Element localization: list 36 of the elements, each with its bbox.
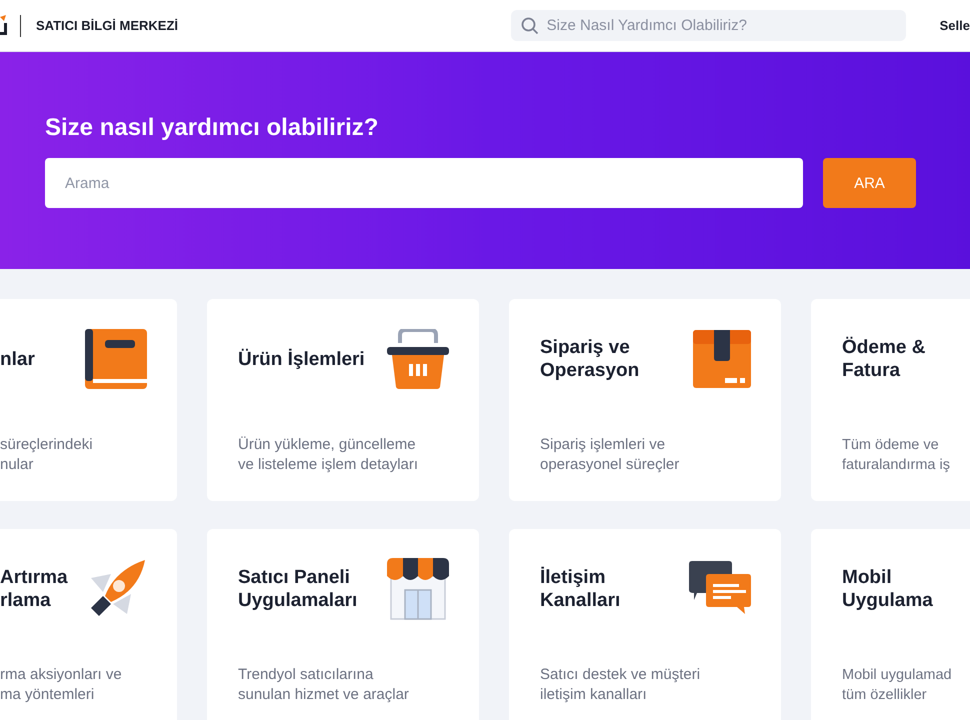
card-title: Artırma rlama xyxy=(0,566,68,612)
hero-heading: Size nasıl yardımcı olabiliriz? xyxy=(45,113,380,143)
card-title: Satıcı Paneli Uygulamaları xyxy=(238,566,358,612)
category-card[interactable]: İletişim Kanalları Satıcı destek ve müşteri iletişim kanalları xyxy=(509,529,781,720)
category-card[interactable]: Satıcı Paneli Uygulamaları Trendyol satıcılarına sunulan hizmet ve araçlar xyxy=(207,529,479,720)
card-description: Satıcı destek ve müşteri iletişim kanalları xyxy=(540,665,702,705)
rocket-icon xyxy=(89,560,147,618)
category-card[interactable]: Ödeme & Fatura Tüm ödeme ve faturalandırma iş xyxy=(811,299,970,501)
card-description: Tüm ödeme ve faturalandırma iş xyxy=(842,436,951,475)
category-card[interactable]: Ürün İşlemleri Ürün yükleme, güncelleme ve listeleme işlem detayları xyxy=(207,299,479,501)
book-icon xyxy=(85,329,147,389)
card-title: nlar xyxy=(0,348,35,370)
category-card[interactable]: nlar süreçlerindeki nular xyxy=(0,299,177,501)
card-description: rma aksiyonları ve ma yöntemleri xyxy=(0,665,123,705)
card-title: Ürün İşlemleri xyxy=(238,348,365,370)
card-description: Trendyol satıcılarına sunulan hizmet ve araçlar xyxy=(238,665,410,705)
category-card[interactable]: Mobil Uygulama Mobil uygulamad tüm özellikler xyxy=(811,529,970,720)
nav-link[interactable]: Selle xyxy=(940,18,970,33)
box-icon xyxy=(693,330,751,388)
card-title: Mobil Uygulama xyxy=(842,566,933,612)
shop-icon xyxy=(387,558,449,620)
basket-icon xyxy=(387,329,449,389)
site-title: SATICI BİLGİ MERKEZİ xyxy=(36,18,178,33)
card-title: Ödeme & Fatura xyxy=(842,336,926,382)
card-description: Ürün yükleme, güncelleme ve listeleme işlem detayları xyxy=(238,435,420,475)
card-description: Mobil uygulamad tüm özellikler xyxy=(842,666,953,705)
card-title: Sipariş ve Operasyon xyxy=(540,336,640,382)
category-card[interactable]: Sipariş ve Operasyon Sipariş işlemleri ve operasyonel süreçler xyxy=(509,299,781,501)
search-icon xyxy=(520,16,539,34)
category-card[interactable]: Artırma rlama rma aksiyonları ve ma yöntemleri xyxy=(0,529,177,720)
search-field[interactable]: Size Nasıl Yardımcı Olabiliriz? xyxy=(510,10,906,41)
search-input[interactable]: Arama xyxy=(45,158,803,208)
card-description: Sipariş işlemleri ve operasyonel süreçler xyxy=(540,435,680,475)
chat-icon xyxy=(689,561,751,617)
card-description: süreçlerindeki nular xyxy=(0,435,94,475)
card-title: İletişim Kanalları xyxy=(540,566,620,612)
